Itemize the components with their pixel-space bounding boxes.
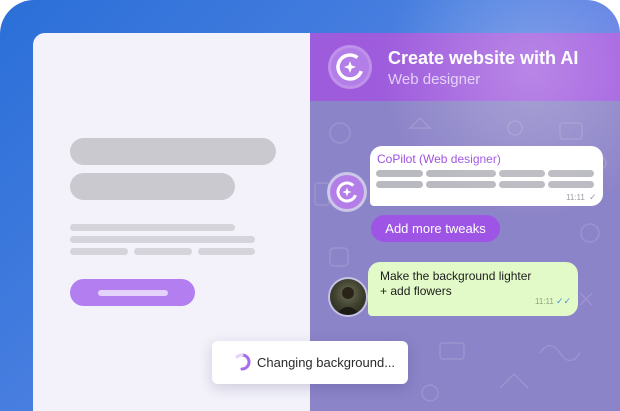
double-check-icon: ✓✓ xyxy=(556,296,572,306)
user-avatar xyxy=(330,279,366,315)
status-toast: Changing background... xyxy=(212,341,408,384)
user-message-text: Make the background lighter + add flower… xyxy=(380,269,531,299)
background-frame: Create website with AI Web designer CoPi… xyxy=(0,0,620,411)
copilot-avatar-icon xyxy=(330,175,364,209)
message-placeholder-line xyxy=(548,170,594,177)
message-placeholder-line xyxy=(376,181,423,188)
message-placeholder-line xyxy=(426,181,496,188)
bot-sender-name: CoPilot (Web designer) xyxy=(377,152,501,166)
placeholder-heading-line-2 xyxy=(70,173,235,200)
message-placeholder-line xyxy=(499,170,545,177)
chat-title: Create website with AI xyxy=(388,48,579,68)
placeholder-button xyxy=(70,279,195,306)
placeholder-text-line-1 xyxy=(70,224,235,231)
message-placeholder-line xyxy=(548,181,594,188)
placeholder-text-line-3a xyxy=(70,248,128,255)
add-more-tweaks-button[interactable]: Add more tweaks xyxy=(371,215,500,242)
copilot-logo-icon xyxy=(328,45,372,89)
message-time: 11:11 xyxy=(566,193,585,202)
placeholder-text-line-3c xyxy=(198,248,255,255)
toast-text: Changing background... xyxy=(257,355,396,370)
chat-subtitle: Web designer xyxy=(388,71,481,88)
placeholder-text-line-3b xyxy=(134,248,192,255)
placeholder-button-label xyxy=(98,290,168,296)
chat-header: Create website with AI Web designer xyxy=(310,33,620,101)
bot-message-bubble: CoPilot (Web designer) 11:11 ✓ xyxy=(370,146,603,206)
message-time: 11:11 xyxy=(535,297,554,306)
user-message-line-1: Make the background lighter xyxy=(380,269,532,283)
loading-spinner-icon xyxy=(235,353,251,371)
user-message-bubble: Make the background lighter + add flower… xyxy=(368,262,578,316)
check-icon: ✓ xyxy=(589,192,597,202)
placeholder-heading-line-1 xyxy=(70,138,276,165)
user-message-line-2: + add flowers xyxy=(380,284,452,298)
message-placeholder-line xyxy=(499,181,545,188)
message-placeholder-line xyxy=(376,170,423,177)
message-placeholder-line xyxy=(426,170,496,177)
placeholder-text-line-2 xyxy=(70,236,255,243)
